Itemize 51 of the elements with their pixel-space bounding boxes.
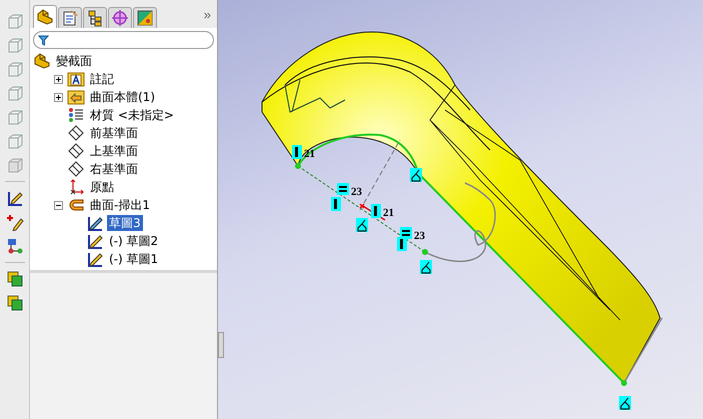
sketch-icon	[86, 250, 104, 268]
tree-item[interactable]: 原點	[88, 179, 116, 195]
material-icon	[67, 106, 85, 124]
annotations-icon	[67, 70, 85, 88]
sketch-point	[295, 163, 301, 169]
collapse-icon[interactable]	[54, 200, 63, 210]
pierce-relation-icon	[410, 168, 422, 182]
equal-relation-icon	[400, 227, 412, 239]
vertical-relation-icon	[292, 145, 302, 159]
property-tab[interactable]	[58, 7, 82, 28]
target-tab[interactable]	[108, 7, 132, 28]
pierce-relation-icon	[420, 260, 432, 274]
part-tab[interactable]	[33, 5, 57, 28]
vertical-relation-icon	[397, 237, 407, 251]
filter-icon	[38, 35, 49, 46]
pierce-relation-icon	[619, 396, 631, 410]
splitter-handle[interactable]	[218, 332, 224, 358]
expand-icon[interactable]	[54, 74, 63, 84]
equal-relation-icon	[337, 183, 349, 195]
tree-item[interactable]: 註記	[88, 71, 116, 87]
tree-item[interactable]: 變截面	[54, 53, 94, 69]
sketch-point	[422, 249, 428, 255]
tree-item[interactable]: 上基準面	[88, 143, 140, 159]
relation-label: 21	[382, 207, 395, 219]
pierce-relation-icon	[356, 218, 368, 232]
vertical-relation-icon	[371, 204, 381, 218]
plane-icon	[67, 160, 85, 178]
tree-item[interactable]: 曲面本體(1)	[88, 89, 157, 105]
plane-icon	[67, 124, 85, 142]
tree-item[interactable]: 前基準面	[88, 125, 140, 141]
more-tabs-button[interactable]: »	[204, 7, 211, 28]
relation-label: 23	[350, 186, 363, 198]
tree-item[interactable]: 曲面-掃出1	[88, 197, 152, 213]
part-icon	[33, 52, 51, 70]
expand-icon[interactable]	[54, 92, 63, 102]
tree-item[interactable]: (-) 草圖1	[107, 251, 160, 267]
plane-icon	[67, 142, 85, 160]
relation-label: 23	[413, 230, 426, 242]
tree-item[interactable]: 草圖3	[107, 215, 143, 231]
config-tab[interactable]	[83, 7, 107, 28]
edge-line	[623, 318, 663, 384]
display-tab[interactable]	[133, 7, 157, 28]
sketch-point	[621, 380, 627, 386]
sketch-active-icon	[86, 214, 104, 232]
tree-item[interactable]: 右基準面	[88, 161, 140, 177]
filter-field[interactable]	[33, 31, 214, 49]
tree-item[interactable]: 材質 <未指定>	[88, 107, 176, 123]
sketch-icon	[86, 232, 104, 250]
surface-folder-icon	[67, 88, 85, 106]
tree-item[interactable]: (-) 草圖2	[107, 233, 160, 249]
vertical-relation-icon	[331, 197, 341, 211]
